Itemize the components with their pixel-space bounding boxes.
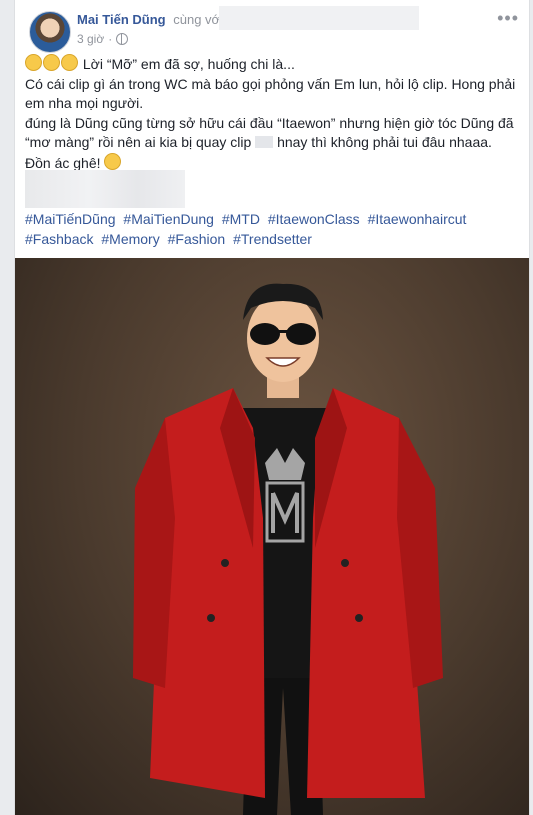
- hashtag-link[interactable]: #Fashion: [168, 231, 226, 247]
- post-meta: 3 giờ ·: [77, 32, 129, 46]
- with-text: cùng vớ: [173, 12, 221, 27]
- hashtag-link[interactable]: #Itaewonhaircut: [368, 211, 467, 227]
- facebook-post: Mai Tiến Dũng cùng vớ 3 giờ · ••• Lời “M…: [14, 0, 530, 815]
- hashtags: #MaiTiếnDũng #MaiTienDung #MTD #ItaewonC…: [25, 209, 519, 249]
- post-line-2: Có cái clip gì án trong WC mà báo gọi ph…: [25, 75, 516, 112]
- hashtag-link[interactable]: #Fashback: [25, 231, 93, 247]
- blurred-word: [255, 136, 274, 148]
- hashtag-link[interactable]: #Trendsetter: [233, 231, 312, 247]
- post-line-1: Lời “Mỡ” em đã sợ, huống chi là...: [25, 54, 519, 75]
- post-line-3: đúng là Dũng cũng từng sở hữu cái đầu “I…: [25, 114, 514, 151]
- hashtag-link[interactable]: #Memory: [101, 231, 159, 247]
- post-time[interactable]: 3 giờ: [77, 32, 104, 46]
- laughing-emoji-icon: [43, 54, 60, 71]
- laughing-emoji-icon: [25, 54, 42, 71]
- laughing-emoji-icon: [61, 54, 78, 71]
- more-dots-icon[interactable]: •••: [497, 8, 519, 29]
- blurred-tagged-names: [219, 6, 419, 30]
- post-photo[interactable]: [15, 258, 529, 815]
- blurred-text-line: [25, 170, 185, 208]
- post-text: Lời “Mỡ” em đã sợ, huống chi là... Có cá…: [25, 54, 519, 173]
- man-in-red-coat-illustration: [133, 283, 443, 815]
- globe-icon[interactable]: [116, 33, 129, 45]
- hashtag-link[interactable]: #MaiTiếnDũng: [25, 211, 116, 227]
- hashtag-link[interactable]: #ItaewonClass: [268, 211, 360, 227]
- author-name[interactable]: Mai Tiến Dũng: [77, 12, 166, 27]
- avatar[interactable]: [29, 11, 71, 53]
- hashtag-link[interactable]: #MTD: [222, 211, 260, 227]
- smile-emoji-icon: [104, 152, 122, 170]
- hashtag-link[interactable]: #MaiTienDung: [123, 211, 214, 227]
- post-header: Mai Tiến Dũng cùng vớ: [77, 12, 220, 27]
